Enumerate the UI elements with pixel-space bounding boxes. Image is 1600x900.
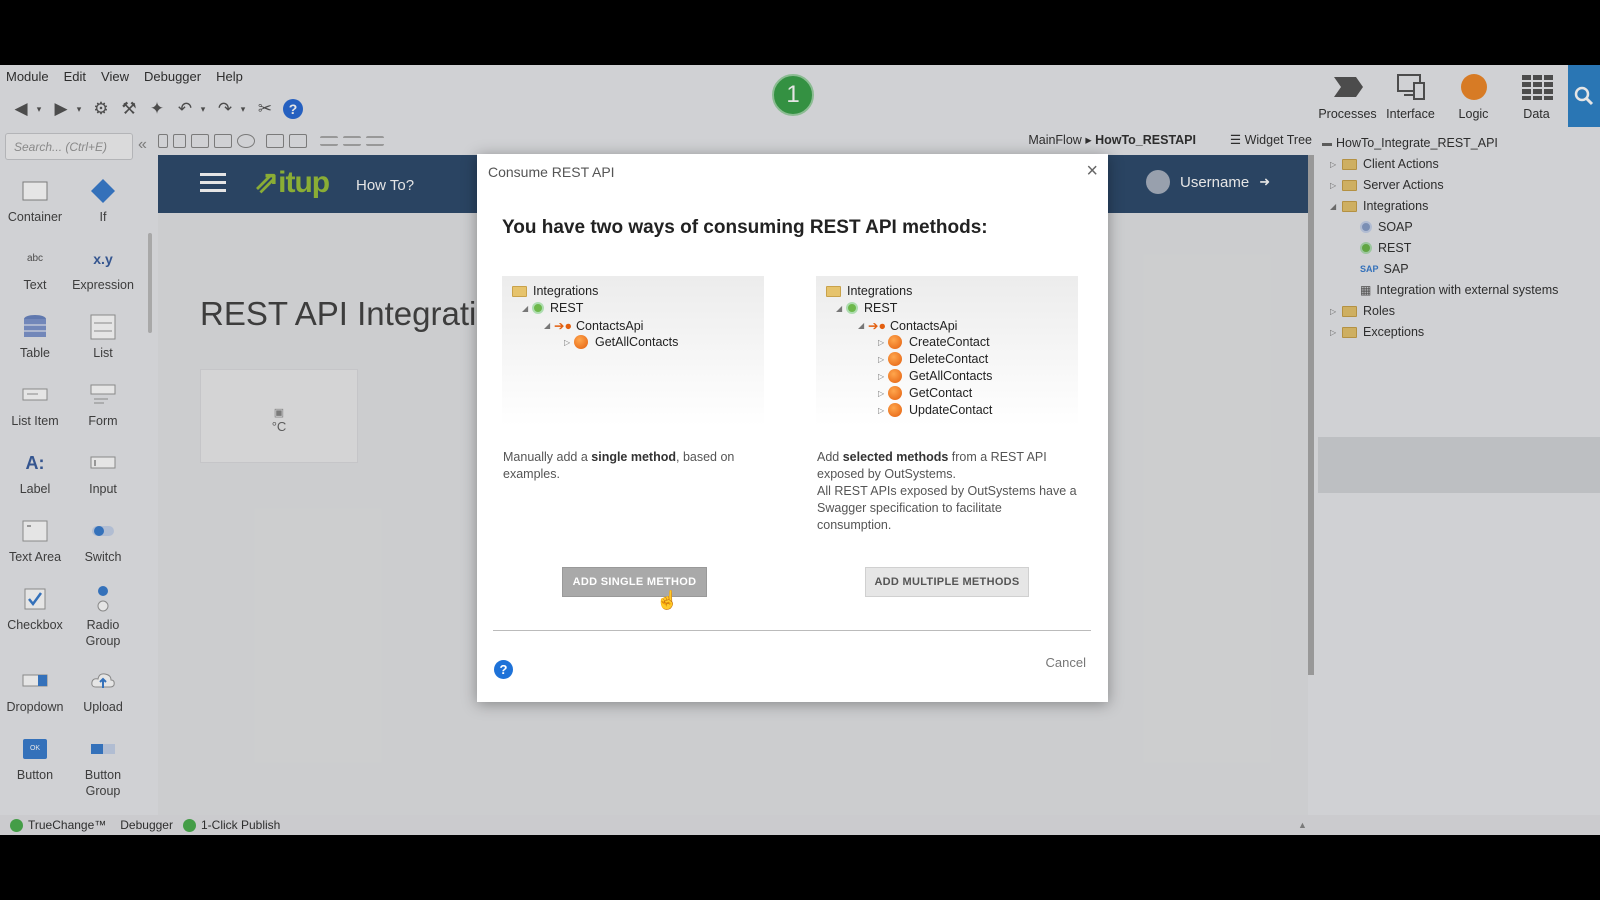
expand-arrow-icon: ▷ xyxy=(878,405,885,415)
api-icon: ➔● xyxy=(868,319,887,333)
preview-label: Integrations xyxy=(533,284,599,298)
expand-arrow-icon: ▷ xyxy=(564,337,571,347)
preview-api: ◢ ➔● ContactsApi xyxy=(544,318,644,334)
cancel-button[interactable]: Cancel xyxy=(1046,655,1086,670)
preview-label: Integrations xyxy=(847,284,913,298)
desc-text: Add xyxy=(817,450,843,464)
desc-bold: selected methods xyxy=(842,450,949,464)
preview-method: ▷ UpdateContact xyxy=(878,403,992,417)
preview-method: ▷ GetAllContacts xyxy=(564,335,678,349)
expand-arrow-icon: ▷ xyxy=(878,388,885,398)
desc-bold: single method xyxy=(591,450,676,464)
collapse-arrow-icon: ◢ xyxy=(858,321,865,330)
preview-label: UpdateContact xyxy=(909,403,993,417)
preview-label: ContactsApi xyxy=(576,318,644,333)
preview-folder: Integrations xyxy=(512,284,598,298)
preview-label: REST xyxy=(550,301,584,315)
preview-label: GetAllContacts xyxy=(595,335,679,349)
single-method-preview: Integrations ◢ REST ◢ ➔● ContactsApi ▷ GetAl… xyxy=(502,276,764,426)
preview-label: REST xyxy=(864,301,898,315)
rest-icon xyxy=(846,302,858,314)
method-icon xyxy=(888,335,902,349)
preview-method: ▷ GetContact xyxy=(878,386,972,400)
add-single-method-button[interactable]: ADD SINGLE METHOD xyxy=(562,567,707,597)
add-multiple-methods-button[interactable]: ADD MULTIPLE METHODS xyxy=(865,567,1029,597)
dialog-divider xyxy=(493,630,1091,631)
preview-label: GetAllContacts xyxy=(909,369,993,383)
multiple-methods-description: Add selected methods from a REST API exp… xyxy=(817,449,1079,534)
method-icon xyxy=(888,369,902,383)
multiple-methods-preview: Integrations ◢ REST ◢ ➔● ContactsApi ▷ Creat… xyxy=(816,276,1078,426)
expand-arrow-icon: ▷ xyxy=(878,354,885,364)
rest-icon xyxy=(532,302,544,314)
preview-method: ▷ DeleteContact xyxy=(878,352,988,366)
preview-rest: ◢ REST xyxy=(836,301,897,315)
desc-text: Manually add a xyxy=(503,450,592,464)
preview-rest: ◢ REST xyxy=(522,301,583,315)
collapse-arrow-icon: ◢ xyxy=(836,303,843,313)
preview-method: ▷ CreateContact xyxy=(878,335,990,349)
preview-folder: Integrations xyxy=(826,284,912,298)
desc-text: All REST APIs exposed by OutSystems have… xyxy=(817,484,1077,532)
preview-label: GetContact xyxy=(909,386,973,400)
single-method-description: Manually add a single method, based on e… xyxy=(503,449,765,483)
close-icon[interactable]: × xyxy=(1086,160,1098,183)
preview-label: CreateContact xyxy=(909,335,990,349)
preview-api: ◢ ➔● ContactsApi xyxy=(858,318,958,334)
preview-label: DeleteContact xyxy=(909,352,989,366)
expand-arrow-icon: ▷ xyxy=(878,337,885,347)
dialog-heading: You have two ways of consuming REST API … xyxy=(502,217,988,238)
folder-open-icon xyxy=(826,285,841,297)
api-icon: ➔● xyxy=(554,319,573,333)
mouse-pointer-icon: ☝ xyxy=(656,590,679,610)
method-icon xyxy=(574,335,588,349)
help-icon[interactable]: ? xyxy=(494,660,513,679)
collapse-arrow-icon: ◢ xyxy=(544,321,551,330)
preview-method: ▷ GetAllContacts xyxy=(878,369,992,383)
folder-open-icon xyxy=(512,285,527,297)
consume-rest-api-dialog: Consume REST API × You have two ways of … xyxy=(477,154,1108,702)
preview-label: ContactsApi xyxy=(890,318,958,333)
expand-arrow-icon: ▷ xyxy=(878,371,885,381)
method-icon xyxy=(888,352,902,366)
method-icon xyxy=(888,386,902,400)
dialog-title: Consume REST API xyxy=(488,164,615,180)
collapse-arrow-icon: ◢ xyxy=(522,303,529,313)
method-icon xyxy=(888,403,902,417)
